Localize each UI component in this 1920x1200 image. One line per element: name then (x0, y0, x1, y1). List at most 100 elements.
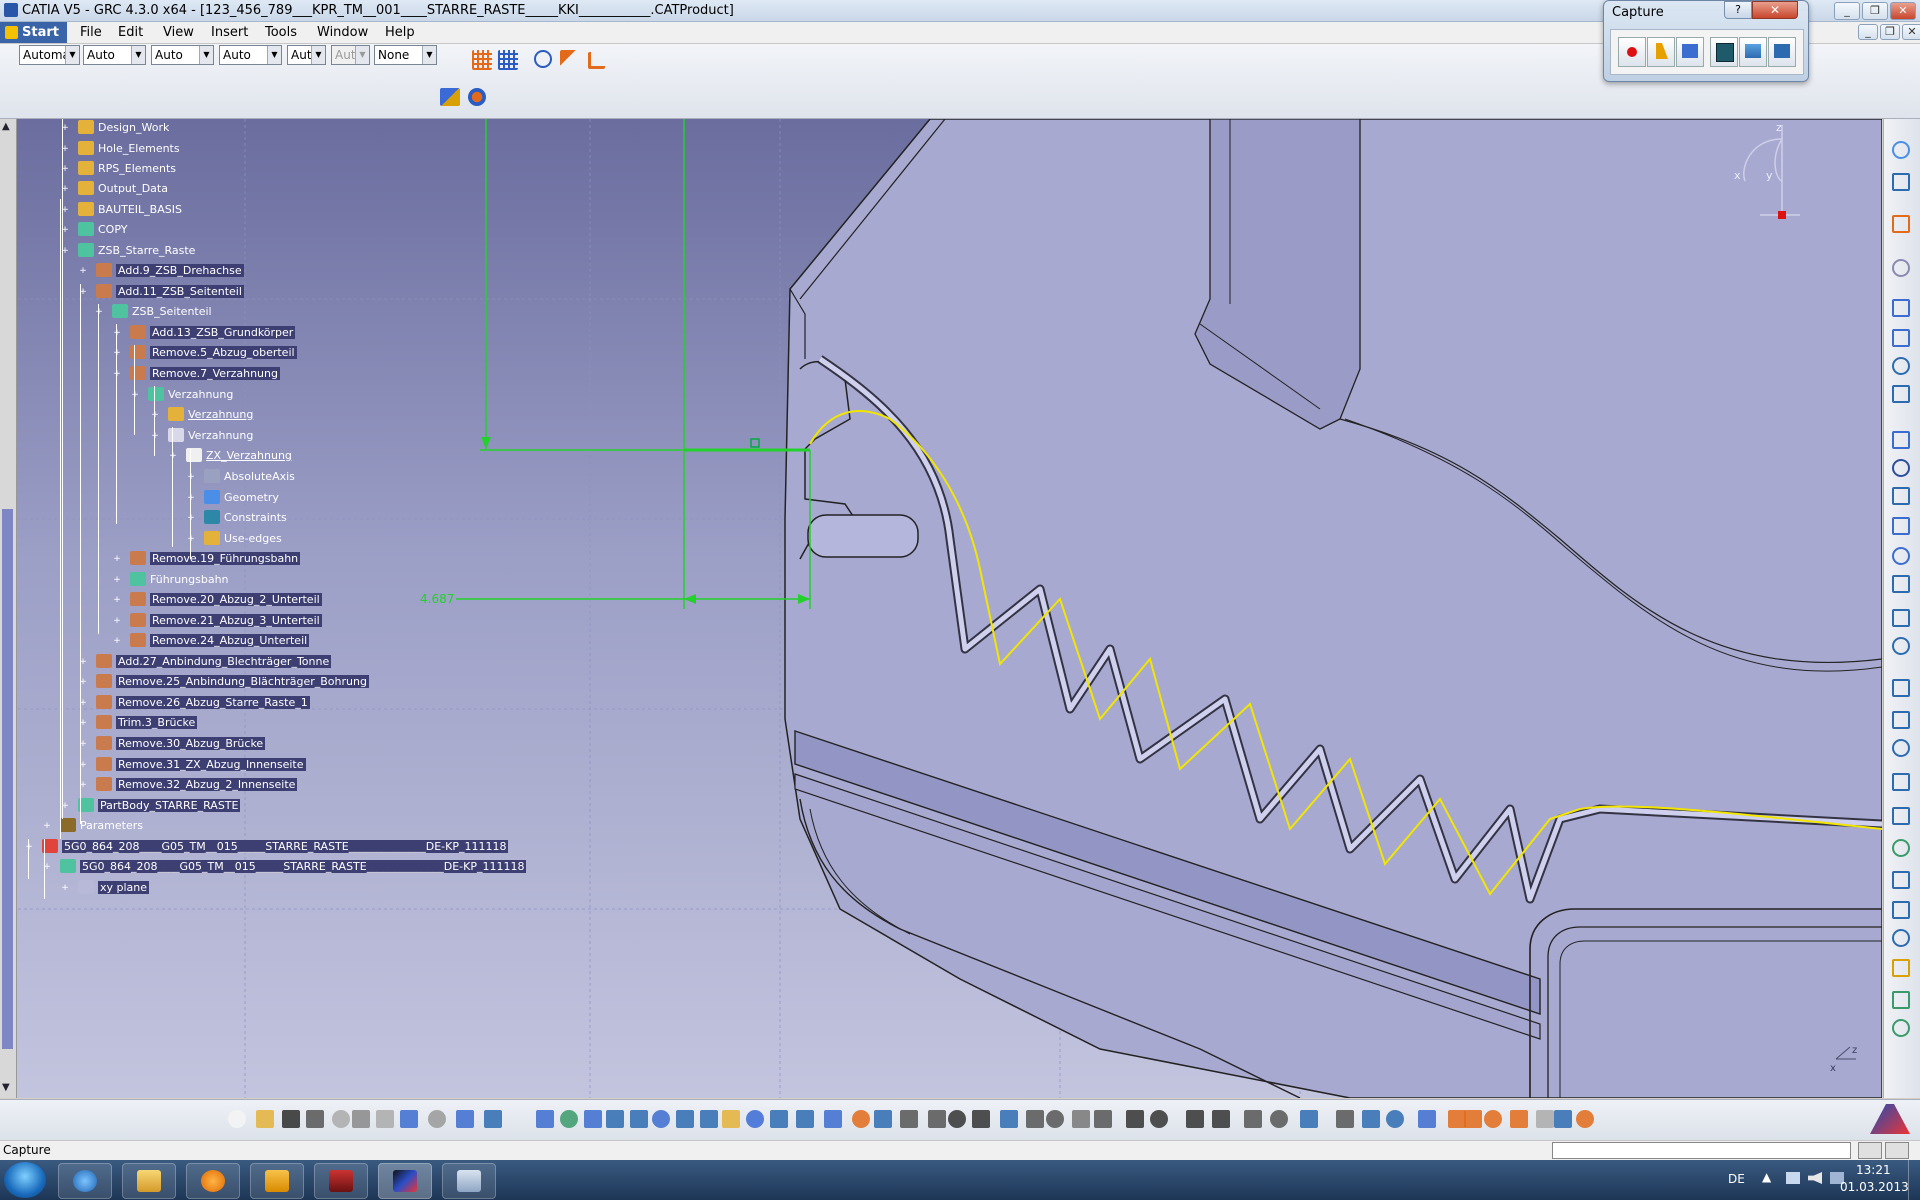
menu-start[interactable]: Start (0, 22, 67, 43)
corner-tool-icon[interactable] (1892, 711, 1910, 729)
tree-node[interactable]: Remove.25_Anbindung_Blächträger_Bohrung (96, 673, 369, 691)
render-style-icon[interactable] (770, 1110, 788, 1128)
tree-node[interactable]: Remove.19_Führungsbahn (130, 550, 301, 568)
select-icon[interactable] (1647, 37, 1675, 67)
tree-expand-icon[interactable]: + (187, 535, 195, 544)
tree-node[interactable]: COPY (78, 221, 127, 239)
tray-language[interactable]: DE (1728, 1172, 1745, 1186)
tree-node[interactable]: Use-edges (204, 530, 282, 548)
animate-icon[interactable] (1892, 839, 1910, 857)
line-icon[interactable] (1892, 575, 1910, 593)
exit-sketch-icon[interactable] (1892, 141, 1910, 159)
tree-node[interactable]: Output_Data (78, 180, 168, 198)
rotate-icon[interactable] (584, 1110, 602, 1128)
publish-icon[interactable] (1892, 173, 1910, 191)
tree-node[interactable]: Remove.30_Abzug_Brücke (96, 735, 266, 753)
taskbar-explorer-icon[interactable] (122, 1163, 176, 1199)
tree-node[interactable]: Remove.24_Abzug_Unterteil (130, 632, 310, 650)
compass-tool-icon[interactable] (824, 1110, 842, 1128)
menu-file[interactable]: File (76, 24, 106, 41)
menu-tools[interactable]: Tools (261, 24, 301, 41)
album-icon[interactable] (1739, 37, 1767, 67)
tree-node[interactable]: Remove.21_Abzug_3_Unterteil (130, 612, 322, 630)
arc-icon[interactable] (1892, 679, 1910, 697)
tray-up-icon[interactable]: ▲ (1762, 1170, 1771, 1184)
menu-window[interactable]: Window (313, 24, 372, 41)
law-icon[interactable] (1026, 1110, 1044, 1128)
axis-line-icon[interactable] (1892, 609, 1910, 627)
chamfer-icon[interactable] (1892, 739, 1910, 757)
tree-expand-icon[interactable]: + (95, 308, 103, 317)
tree-node[interactable]: Verzahnung (168, 406, 253, 424)
tree-node[interactable]: ZSB_Starre_Raste (78, 242, 195, 260)
tree-node[interactable]: 5G0_864_208____G05_TM__015_____STARRE_RA… (42, 838, 509, 856)
fit-all-icon[interactable] (536, 1110, 554, 1128)
sort-icon[interactable] (1186, 1110, 1204, 1128)
knowledge-icon[interactable] (1000, 1110, 1018, 1128)
tree-node[interactable]: Remove.5_Abzug_oberteil (130, 344, 297, 362)
report-icon[interactable] (1094, 1110, 1112, 1128)
tree-node[interactable]: Trim.3_Brücke (96, 714, 198, 732)
check-icon[interactable] (1072, 1110, 1090, 1128)
analysis-icon[interactable] (534, 50, 552, 68)
menu-insert[interactable]: Insert (207, 24, 252, 41)
fly-icon[interactable] (484, 1110, 502, 1128)
curve-icon[interactable] (1892, 901, 1910, 919)
undo-icon[interactable] (400, 1110, 418, 1128)
tree-node[interactable]: ZX_Verzahnung (186, 447, 292, 465)
tree-node[interactable]: Add.13_ZSB_Grundkörper (130, 324, 296, 342)
corner-icon[interactable] (588, 52, 605, 69)
tree-node[interactable]: Design_Work (78, 119, 169, 137)
spline-icon[interactable] (1892, 517, 1910, 535)
catalog-icon[interactable] (874, 1110, 892, 1128)
tree-node[interactable]: ZSB_Seitenteil (112, 303, 212, 321)
windows-start-button[interactable] (4, 1162, 46, 1198)
tree-expand-icon[interactable]: + (113, 370, 121, 379)
command-toggle-icon[interactable] (1858, 1142, 1882, 1159)
tray-date[interactable]: 01.03.2013 (1840, 1180, 1909, 1194)
tree-node[interactable]: xy plane (78, 879, 150, 897)
pan-icon[interactable] (560, 1110, 578, 1128)
doc-minimize-button[interactable]: _ (1858, 24, 1878, 40)
multi-view-icon[interactable] (676, 1110, 694, 1128)
tree-node[interactable]: Remove.7_Verzahnung (130, 365, 280, 383)
capture-close-button[interactable]: ✕ (1752, 1, 1798, 19)
zoom-in-icon[interactable] (606, 1110, 624, 1128)
tray-time[interactable]: 13:21 (1856, 1163, 1891, 1177)
orange-tool-3-icon[interactable] (1484, 1110, 1502, 1128)
mirror-icon[interactable] (1892, 385, 1910, 403)
taskbar-catia-icon[interactable] (378, 1163, 432, 1199)
parameter-tool-icon[interactable] (1046, 1110, 1064, 1128)
tree-node[interactable]: Hole_Elements (78, 140, 180, 158)
tree-node[interactable]: Remove.32_Abzug_2_Innenseite (96, 776, 298, 794)
mode-icon[interactable] (1892, 259, 1910, 277)
restore-button[interactable]: ❐ (1862, 2, 1888, 20)
tree-expand-icon[interactable]: + (43, 822, 51, 831)
paint-brush-icon[interactable] (468, 88, 486, 106)
tree-node[interactable]: AbsoluteAxis (204, 468, 295, 486)
tree-expand-icon[interactable]: + (113, 576, 121, 585)
copy-icon[interactable] (352, 1110, 370, 1128)
update-icon[interactable] (1126, 1110, 1144, 1128)
layer-combo[interactable]: None ▼ (374, 45, 437, 65)
swap-visible-icon[interactable] (746, 1110, 764, 1128)
open-icon[interactable] (256, 1110, 274, 1128)
point-symbol-combo[interactable]: Aut ▼ (287, 45, 326, 65)
color-combo[interactable]: Automa ▼ (19, 45, 80, 65)
save-icon[interactable] (282, 1110, 300, 1128)
hide-show-icon[interactable] (722, 1110, 740, 1128)
circle-icon[interactable] (1892, 487, 1910, 505)
ellipse-icon[interactable] (1892, 547, 1910, 565)
3d-viewport[interactable]: 4.687 z x y z x Internal_Reference_Eleme… (0, 119, 1882, 1098)
save-view-icon[interactable] (1336, 1110, 1354, 1128)
view-mode-icon[interactable] (1270, 1110, 1288, 1128)
grid-icon[interactable] (472, 50, 492, 70)
tree-node[interactable]: Constraints (204, 509, 287, 527)
tree-expand-icon[interactable]: + (113, 596, 121, 605)
record-icon[interactable] (1618, 37, 1646, 67)
tree-expand-icon[interactable]: + (131, 391, 139, 400)
taskbar-ie-icon[interactable] (58, 1163, 112, 1199)
command-camera-icon[interactable] (1885, 1142, 1909, 1159)
tree-expand-icon[interactable]: + (79, 267, 87, 276)
doc-close-button[interactable]: ✕ (1902, 24, 1920, 40)
